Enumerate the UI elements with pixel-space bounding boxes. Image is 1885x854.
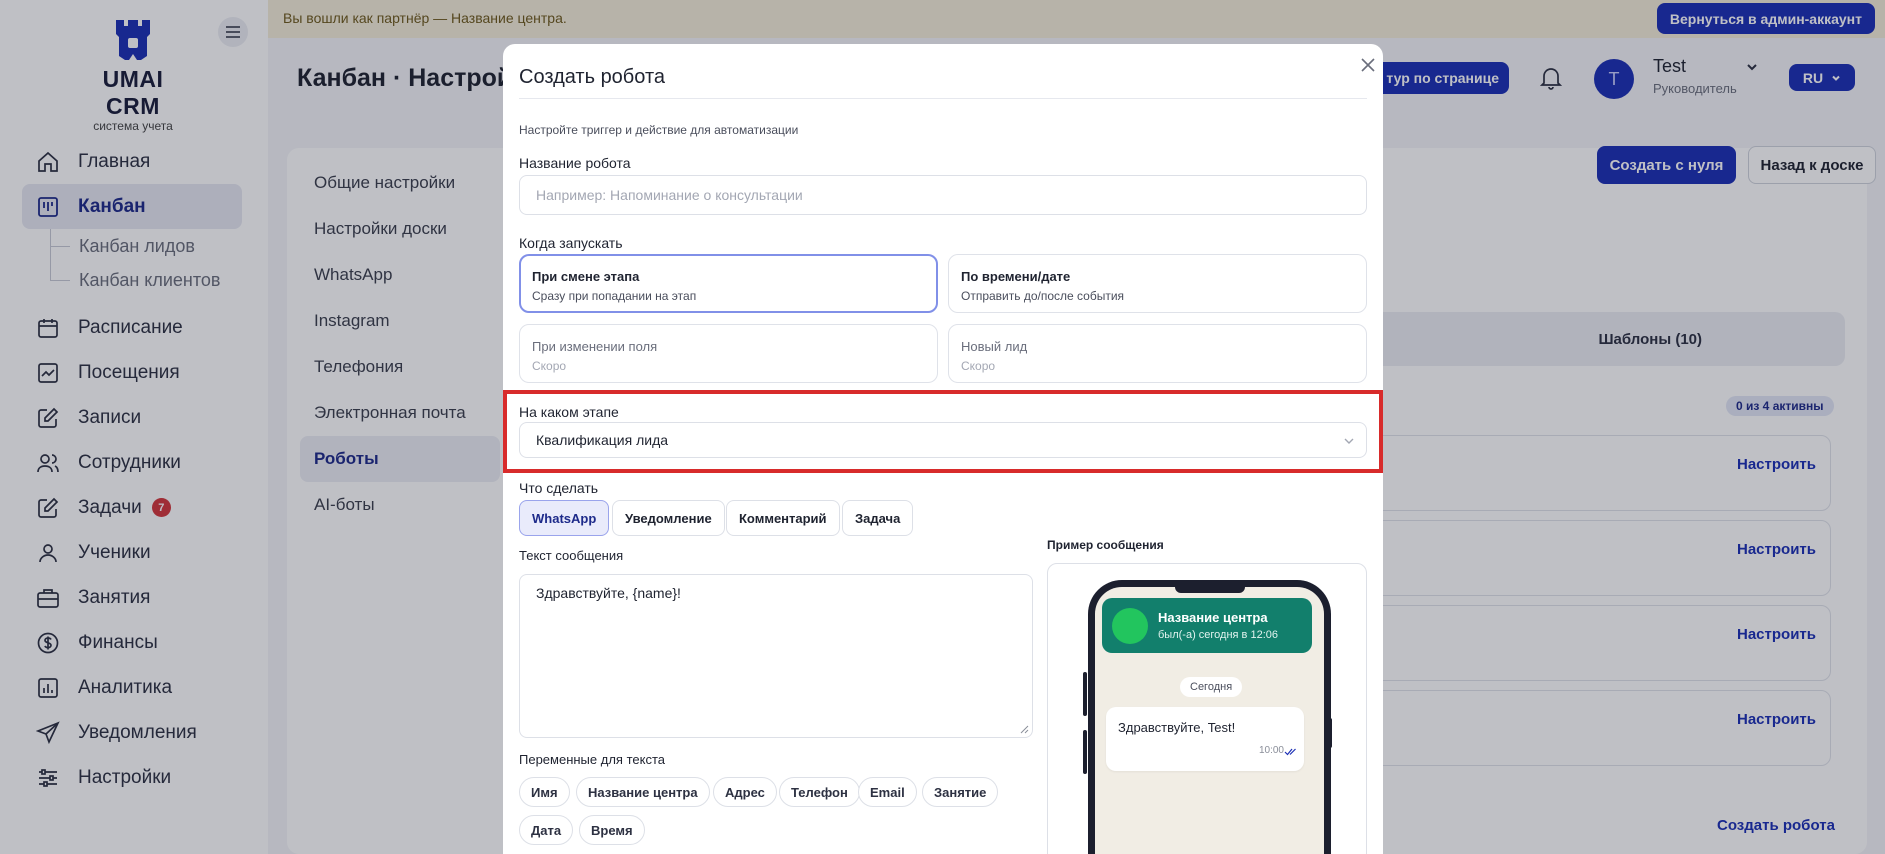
robot-name-input[interactable] [519,175,1367,215]
action-tab-comment[interactable]: Комментарий [726,500,840,536]
variable-chip[interactable]: Имя [519,777,570,807]
contact-name: Название центра [1158,610,1268,625]
variable-chip[interactable]: Время [579,815,645,845]
chat-header: Название центра был(-а) сегодня в 12:06 [1102,598,1312,653]
variable-chip[interactable]: Дата [519,815,574,845]
stage-select-value: Квалификация лида [536,432,669,448]
trigger-new-lead: Новый лид Скоро [948,324,1367,383]
modal-divider [519,98,1367,99]
trigger-stage-change[interactable]: При смене этапа Сразу при попадании на э… [519,254,938,313]
action-label: Что сделать [519,480,599,496]
trigger-description: Сразу при попадании на этап [532,289,697,303]
trigger-title: При смене этапа [532,269,640,284]
when-label: Когда запускать [519,235,623,251]
bubble-time: 10:00 [1258,745,1284,756]
trigger-title: По времени/дате [961,269,1071,284]
message-label: Текст сообщения [519,548,624,563]
modal-hint: Настройте триггер и действие для автомат… [519,123,799,137]
trigger-description: Скоро [532,359,567,373]
action-tab-task[interactable]: Задача [842,500,914,536]
stage-select[interactable]: Квалификация лида [519,422,1367,458]
contact-status: был(-а) сегодня в 12:06 [1158,629,1278,641]
variable-chip[interactable]: Название центра [576,777,710,807]
day-separator: Сегодня [1180,677,1243,697]
variable-chip[interactable]: Email [858,777,917,807]
trigger-time-date[interactable]: По времени/дате Отправить до/после событ… [948,254,1367,313]
preview-label: Пример сообщения [1047,538,1164,552]
message-text: Здравствуйте, {name}! [536,585,681,601]
resize-handle-icon[interactable] [1020,725,1029,734]
variable-chip[interactable]: Занятие [922,777,999,807]
action-tab-whatsapp[interactable]: WhatsApp [519,500,610,536]
message-textarea[interactable]: Здравствуйте, {name}! [519,574,1033,738]
phone-notch [1174,587,1245,593]
bubble-text: Здравствуйте, Test! [1118,720,1236,735]
stage-label: На каком этапе [519,404,619,420]
close-icon[interactable] [1357,54,1379,76]
phone-preview: Название центра был(-а) сегодня в 12:06 … [1088,580,1331,854]
trigger-description: Отправить до/после события [961,289,1125,303]
robot-name-label: Название робота [519,155,631,171]
chevron-down-icon [1344,438,1354,444]
action-tab-notification[interactable]: Уведомление [612,500,725,536]
modal-title: Создать робота [519,66,666,88]
phone-side-button [1083,672,1087,716]
message-bubble: Здравствуйте, Test! 10:00 [1106,707,1304,771]
double-check-icon [1284,748,1296,756]
contact-avatar [1112,608,1148,644]
variable-chip[interactable]: Адрес [713,777,777,807]
trigger-field-change: При изменении поля Скоро [519,324,938,383]
trigger-title: При изменении поля [532,339,658,354]
phone-side-button [1083,730,1087,774]
trigger-description: Скоро [961,359,996,373]
variable-chip[interactable]: Телефон [779,777,860,807]
trigger-title: Новый лид [961,339,1028,354]
create-robot-modal: Создать робота Настройте триггер и дейст… [503,44,1383,854]
variables-label: Переменные для текста [519,752,665,767]
